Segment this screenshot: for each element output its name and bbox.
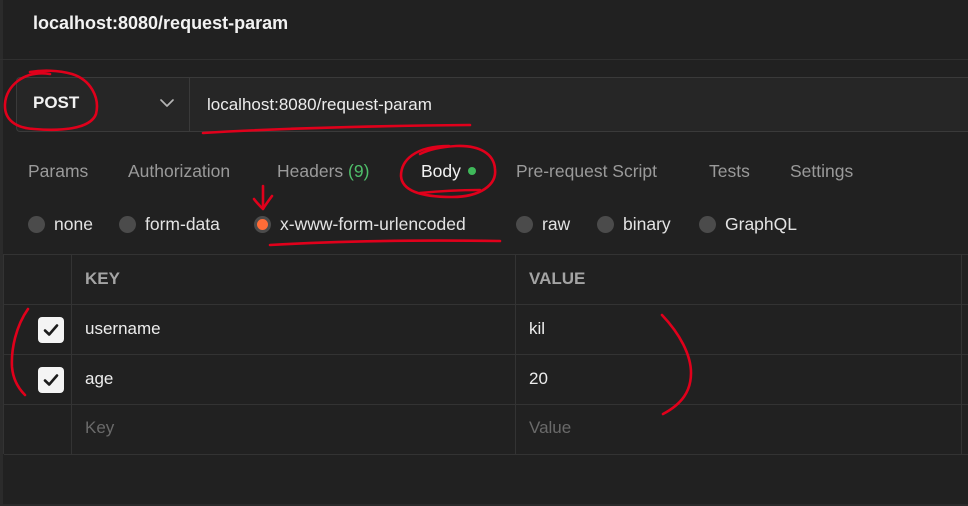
chevron-down-icon <box>160 99 174 107</box>
checkmark-icon <box>43 324 59 336</box>
tab-body[interactable]: Body <box>421 155 476 187</box>
tab-params[interactable]: Params <box>28 155 88 187</box>
value-cell[interactable]: kil <box>516 305 962 354</box>
tab-label: Body <box>421 161 461 181</box>
checkmark-icon <box>43 374 59 386</box>
tab-label: Pre-request Script <box>516 161 658 181</box>
tab-settings[interactable]: Settings <box>790 155 853 187</box>
body-type-none[interactable]: none <box>28 210 93 238</box>
radio-button[interactable] <box>516 215 533 233</box>
row-check-cell <box>4 305 72 354</box>
tab-pre-request-script[interactable]: Pre-request Script <box>516 155 657 187</box>
body-type-raw[interactable]: raw <box>516 210 570 238</box>
request-tabs: Params Authorization Headers (9) Body Pr… <box>0 155 968 187</box>
body-type-binary[interactable]: binary <box>597 210 671 238</box>
key-value-table: KEY VALUE username kil age 20 Key Value <box>3 254 968 455</box>
headers-count: (9) <box>348 161 370 181</box>
table-row: username kil <box>4 305 968 355</box>
tab-label: Authorization <box>128 161 231 181</box>
page-title: localhost:8080/request-param <box>33 13 289 33</box>
row-key: username <box>85 319 161 338</box>
tab-headers[interactable]: Headers (9) <box>277 155 369 187</box>
radio-label: raw <box>542 213 571 234</box>
table-header-row: KEY VALUE <box>4 255 968 305</box>
annotation-body-underline <box>418 188 482 195</box>
divider <box>0 59 968 60</box>
key-cell[interactable]: username <box>72 305 516 354</box>
column-header-value: VALUE <box>529 269 586 288</box>
tab-tests[interactable]: Tests <box>709 155 750 187</box>
tab-label: Headers <box>277 161 344 181</box>
active-indicator-dot <box>467 167 476 175</box>
method-select[interactable]: POST <box>17 78 190 131</box>
row-check-cell <box>4 405 72 454</box>
key-placeholder: Key <box>85 418 115 437</box>
annotation-urlencoded-underline <box>268 239 502 247</box>
annotation-arrow-head <box>252 194 274 211</box>
new-key-cell[interactable]: Key <box>72 405 516 454</box>
row-value: 20 <box>529 369 548 388</box>
radio-button-selected[interactable] <box>254 215 271 233</box>
radio-button[interactable] <box>597 215 614 233</box>
tab-label: Tests <box>709 161 750 181</box>
radio-label: GraphQL <box>725 213 797 234</box>
column-header-key: KEY <box>85 269 120 288</box>
key-cell[interactable]: age <box>72 355 516 404</box>
tab-label: Settings <box>790 161 854 181</box>
new-value-cell[interactable]: Value <box>516 405 962 454</box>
tab-authorization[interactable]: Authorization <box>128 155 230 187</box>
header-value-cell: VALUE <box>516 255 962 304</box>
row-value: kil <box>529 319 546 338</box>
row-check-cell <box>4 355 72 404</box>
radio-button[interactable] <box>699 215 716 233</box>
table-new-row: Key Value <box>4 405 968 455</box>
row-key: age <box>85 369 114 388</box>
row-checkbox[interactable] <box>38 367 64 393</box>
header-check-cell <box>4 255 72 304</box>
radio-label: binary <box>623 213 671 234</box>
radio-button[interactable] <box>119 215 136 233</box>
body-type-form-data[interactable]: form-data <box>119 210 220 238</box>
method-label: POST <box>33 93 80 112</box>
body-type-graphql[interactable]: GraphQL <box>699 210 797 238</box>
body-type-x-www-form-urlencoded[interactable]: x-www-form-urlencoded <box>254 210 466 238</box>
row-checkbox[interactable] <box>38 317 64 343</box>
body-type-options: none form-data x-www-form-urlencoded raw… <box>0 210 968 238</box>
value-cell[interactable]: 20 <box>516 355 962 404</box>
table-row: age 20 <box>4 355 968 405</box>
tab-label: Params <box>28 161 89 181</box>
radio-label: none <box>54 213 93 234</box>
header-key-cell: KEY <box>72 255 516 304</box>
request-bar: POST <box>16 77 968 132</box>
radio-label: x-www-form-urlencoded <box>280 213 466 234</box>
url-input[interactable] <box>191 78 961 131</box>
radio-button[interactable] <box>28 215 45 233</box>
radio-label: form-data <box>145 213 220 234</box>
value-placeholder: Value <box>529 418 572 437</box>
